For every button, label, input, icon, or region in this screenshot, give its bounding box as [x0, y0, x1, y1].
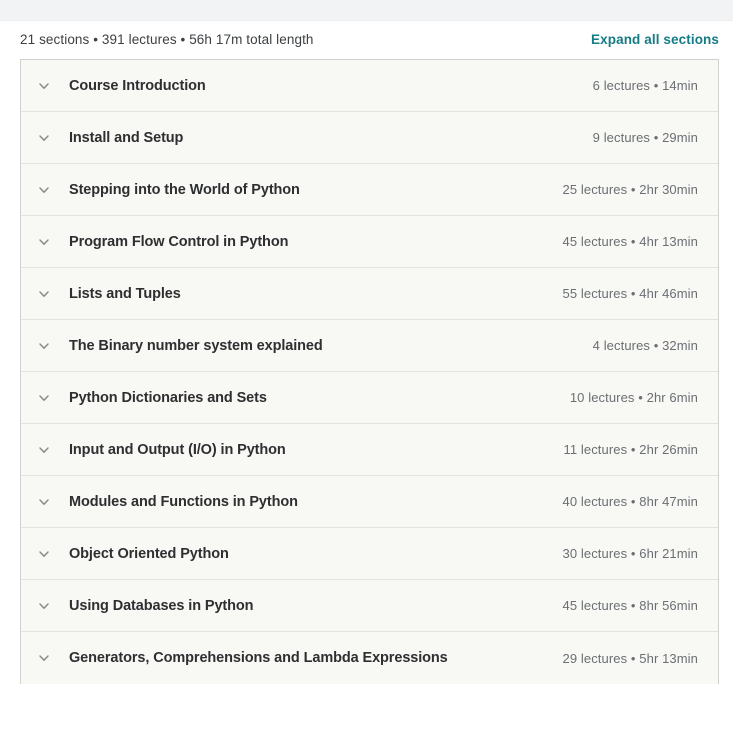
section-title: The Binary number system explained [69, 337, 323, 354]
browser-chrome-strip [0, 0, 733, 21]
section-row[interactable]: Using Databases in Python 45 lectures • … [21, 580, 718, 632]
section-meta: 45 lectures • 8hr 56min [562, 598, 698, 613]
section-row-left: Course Introduction [35, 77, 206, 95]
section-row-left: Modules and Functions in Python [35, 493, 298, 511]
chevron-down-icon[interactable] [35, 441, 53, 459]
chevron-down-icon[interactable] [35, 389, 53, 407]
section-row-left: Install and Setup [35, 129, 183, 147]
section-title: Program Flow Control in Python [69, 233, 289, 250]
expand-all-sections-link[interactable]: Expand all sections [591, 21, 719, 59]
section-title: Using Databases in Python [69, 597, 254, 614]
chevron-down-icon[interactable] [35, 285, 53, 303]
section-row-left: Program Flow Control in Python [35, 233, 288, 251]
section-row-left: Stepping into the World of Python [35, 181, 300, 199]
section-row-left: Object Oriented Python [35, 545, 229, 563]
section-row-left: Lists and Tuples [35, 285, 181, 303]
section-row[interactable]: The Binary number system explained 4 lec… [21, 320, 718, 372]
sections-list: Course Introduction 6 lectures • 14min I… [20, 59, 719, 684]
chevron-down-icon[interactable] [35, 77, 53, 95]
chevron-down-icon[interactable] [35, 337, 53, 355]
section-row[interactable]: Input and Output (I/O) in Python 11 lect… [21, 424, 718, 476]
section-meta: 11 lectures • 2hr 26min [563, 442, 698, 457]
section-row[interactable]: Stepping into the World of Python 25 lec… [21, 164, 718, 216]
section-meta: 45 lectures • 4hr 13min [562, 234, 698, 249]
chevron-down-icon[interactable] [35, 545, 53, 563]
section-row-left: Generators, Comprehensions and Lambda Ex… [35, 649, 448, 667]
chevron-down-icon[interactable] [35, 493, 53, 511]
section-row[interactable]: Object Oriented Python 30 lectures • 6hr… [21, 528, 718, 580]
section-title: Generators, Comprehensions and Lambda Ex… [69, 650, 448, 666]
section-meta: 4 lectures • 32min [592, 338, 698, 353]
section-title: Course Introduction [69, 77, 206, 94]
chevron-down-icon[interactable] [35, 181, 53, 199]
section-row-left: Python Dictionaries and Sets [35, 389, 267, 407]
section-title: Modules and Functions in Python [69, 493, 298, 510]
section-row-left: The Binary number system explained [35, 337, 323, 355]
section-meta: 29 lectures • 5hr 13min [562, 650, 698, 666]
curriculum-summary-text: 21 sections • 391 lectures • 56h 17m tot… [20, 32, 314, 47]
chevron-down-icon[interactable] [35, 597, 53, 615]
section-meta: 40 lectures • 8hr 47min [562, 494, 698, 509]
section-row-left: Using Databases in Python [35, 597, 254, 615]
chevron-down-icon[interactable] [35, 233, 53, 251]
section-row-left: Input and Output (I/O) in Python [35, 441, 286, 459]
section-title: Install and Setup [69, 129, 184, 146]
section-row[interactable]: Generators, Comprehensions and Lambda Ex… [21, 632, 718, 684]
section-row[interactable]: Python Dictionaries and Sets 10 lectures… [21, 372, 718, 424]
section-title: Object Oriented Python [69, 545, 229, 562]
section-title: Input and Output (I/O) in Python [69, 441, 286, 458]
section-row[interactable]: Lists and Tuples 55 lectures • 4hr 46min [21, 268, 718, 320]
chevron-down-icon[interactable] [35, 649, 53, 667]
section-meta: 10 lectures • 2hr 6min [569, 390, 698, 405]
section-meta: 55 lectures • 4hr 46min [562, 286, 698, 301]
chevron-down-icon[interactable] [35, 129, 53, 147]
section-row[interactable]: Install and Setup 9 lectures • 29min [21, 112, 718, 164]
curriculum-header: 21 sections • 391 lectures • 56h 17m tot… [0, 21, 733, 59]
section-title: Python Dictionaries and Sets [69, 389, 267, 406]
section-title: Stepping into the World of Python [69, 181, 300, 198]
section-meta: 9 lectures • 29min [592, 130, 698, 145]
course-curriculum-page: 21 sections • 391 lectures • 56h 17m tot… [0, 21, 733, 684]
section-row[interactable]: Course Introduction 6 lectures • 14min [21, 60, 718, 112]
section-row[interactable]: Modules and Functions in Python 40 lectu… [21, 476, 718, 528]
section-meta: 6 lectures • 14min [592, 78, 698, 93]
section-title: Lists and Tuples [69, 285, 181, 302]
section-meta: 30 lectures • 6hr 21min [562, 546, 698, 561]
section-meta: 25 lectures • 2hr 30min [562, 182, 698, 197]
section-row[interactable]: Program Flow Control in Python 45 lectur… [21, 216, 718, 268]
